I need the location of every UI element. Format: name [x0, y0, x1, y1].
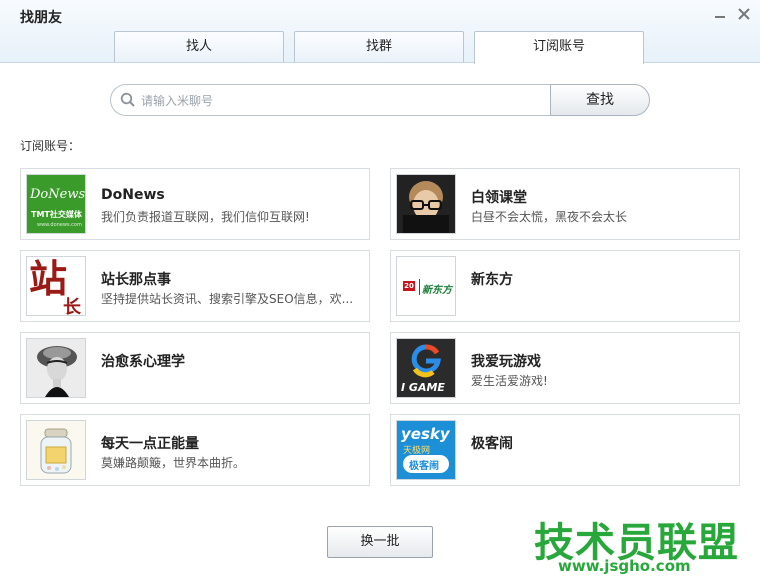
- account-desc: 坚持提供站长资讯、搜索引擎及SEO信息，欢...: [101, 292, 354, 306]
- account-name: 白领课堂: [471, 190, 527, 206]
- search-button[interactable]: 查找: [550, 84, 650, 116]
- tab-subscription-accounts[interactable]: 订阅账号: [474, 31, 644, 64]
- tab-find-people[interactable]: 找人: [114, 31, 284, 62]
- zhanzhang-avatar: 站 长: [26, 256, 86, 316]
- refresh-batch-button[interactable]: 换一批: [327, 526, 433, 558]
- section-label: 订阅账号：: [20, 139, 81, 153]
- account-name: 我爱玩游戏: [471, 354, 541, 370]
- xdf-divider: [419, 279, 420, 295]
- xdf-logo-text: 新东方: [422, 285, 452, 296]
- window-title: 找朋友: [20, 10, 62, 26]
- account-name: 新东方: [471, 272, 513, 288]
- donews-logo-foot: www.donews.com: [37, 222, 82, 228]
- search-icon: [120, 92, 136, 108]
- account-name: 站长那点事: [101, 272, 171, 288]
- account-card-zhengnengliang[interactable]: 每天一点正能量 莫嫌路颠簸，世界本曲折。: [20, 414, 370, 486]
- account-name: 每天一点正能量: [101, 436, 199, 452]
- zhanzhang-logo-char: 站: [29, 256, 68, 301]
- account-desc: 白昼不会太慌，黑夜不会太长: [471, 210, 628, 224]
- igame-logo-text: I GAME: [401, 381, 445, 394]
- account-desc: 我们负责报道互联网，我们信仰互联网!: [101, 210, 310, 224]
- account-desc: 莫嫌路颠簸，世界本曲折。: [101, 456, 246, 470]
- account-card-bailing[interactable]: 白领课堂 白昼不会太慌，黑夜不会太长: [390, 168, 740, 240]
- yesky-avatar: yesky 天极网 极客闹: [396, 420, 456, 480]
- donews-logo-text: DoNews: [30, 187, 86, 202]
- jar-avatar: [26, 420, 86, 480]
- account-card-xindongfang[interactable]: 20 新东方 新东方: [390, 250, 740, 322]
- xdf-badge: 20: [403, 281, 415, 291]
- woman-portrait-avatar: [26, 338, 86, 398]
- account-card-jikenao[interactable]: yesky 天极网 极客闹 极客闹: [390, 414, 740, 486]
- title-bar: 找朋友 找人 找群 订阅账号: [0, 0, 760, 64]
- account-card-zhiyu[interactable]: 治愈系心理学: [20, 332, 370, 404]
- portrait-avatar: [396, 174, 456, 234]
- igame-avatar: I GAME: [396, 338, 456, 398]
- account-name: 极客闹: [471, 436, 513, 452]
- search-input[interactable]: [139, 88, 543, 114]
- watermark-url: www.jsgho.com: [558, 557, 691, 575]
- search-box: [110, 84, 550, 116]
- zhanzhang-logo-sub: 长: [63, 297, 81, 316]
- minimize-icon[interactable]: [712, 6, 728, 22]
- donews-avatar: DoNews TMT社交媒体 www.donews.com: [26, 174, 86, 234]
- close-icon[interactable]: [736, 6, 752, 22]
- account-desc: 爱生活爱游戏!: [471, 374, 548, 388]
- account-name: 治愈系心理学: [101, 354, 185, 370]
- xindongfang-avatar: 20 新东方: [396, 256, 456, 316]
- account-name: DoNews: [101, 187, 165, 203]
- account-card-zhanzhang[interactable]: 站 长 站长那点事 坚持提供站长资讯、搜索引擎及SEO信息，欢...: [20, 250, 370, 322]
- account-card-igame[interactable]: I GAME 我爱玩游戏 爱生活爱游戏!: [390, 332, 740, 404]
- account-card-donews[interactable]: DoNews TMT社交媒体 www.donews.com DoNews 我们负…: [20, 168, 370, 240]
- yesky-logo-foot: 极客闹: [409, 461, 439, 472]
- tab-find-groups[interactable]: 找群: [294, 31, 464, 62]
- yesky-logo-text: yesky: [401, 425, 450, 443]
- donews-logo-sub: TMT社交媒体: [31, 210, 82, 219]
- watermark: 技术员联盟 www.jsgho.com: [528, 510, 760, 580]
